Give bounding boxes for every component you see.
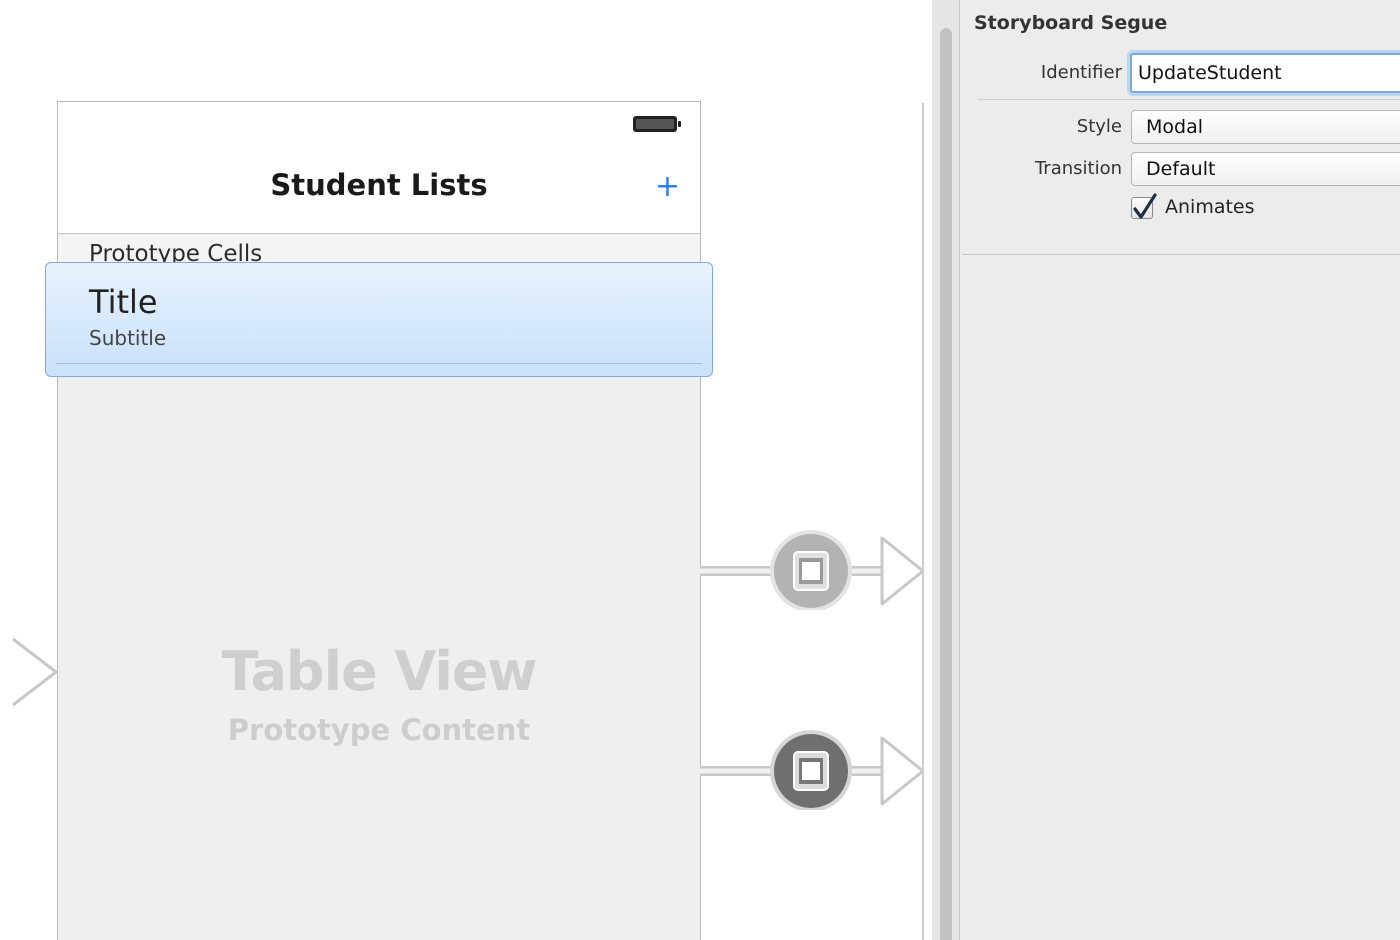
segue-modal-icon: [793, 551, 829, 591]
section-title: Storyboard Segue: [974, 12, 1168, 34]
identifier-label: Identifier: [1040, 62, 1122, 83]
table-view-controller-scene[interactable]: Student Lists + Prototype Cells Table Vi…: [57, 101, 701, 940]
battery-icon: [633, 116, 681, 132]
identifier-field[interactable]: [1130, 53, 1400, 93]
status-bar: [58, 102, 700, 142]
navigation-bar: Student Lists +: [58, 142, 700, 234]
transition-select[interactable]: Default: [1131, 152, 1400, 186]
animates-checkbox[interactable]: [1131, 193, 1157, 219]
initial-scene-arrow-icon: [12, 637, 58, 707]
cell-subtitle-label: Subtitle: [89, 326, 167, 350]
table-view-placeholder-title: Table View: [221, 640, 538, 703]
attributes-inspector: Storyboard Segue Identifier Style Modal …: [932, 0, 1400, 940]
style-label: Style: [1076, 116, 1122, 137]
segue-connection-2[interactable]: [700, 730, 930, 810]
storyboard-canvas[interactable]: Student Lists + Prototype Cells Table Vi…: [0, 0, 930, 940]
add-icon[interactable]: +: [655, 172, 680, 202]
table-view-placeholder-subtitle: Prototype Content: [227, 713, 531, 747]
transition-label: Transition: [1034, 158, 1122, 179]
style-select[interactable]: Modal: [1131, 110, 1400, 144]
animates-label: Animates: [1165, 196, 1255, 218]
cell-title-label: Title: [89, 283, 158, 321]
scrollbar[interactable]: [932, 0, 960, 940]
divider: [962, 254, 1400, 255]
checkmark-icon: [1133, 193, 1157, 219]
page-title: Student Lists: [270, 168, 488, 202]
scrollbar-thumb[interactable]: [940, 28, 952, 940]
divider: [978, 99, 1400, 100]
segue-modal-icon: [793, 751, 829, 791]
segue-connection-1[interactable]: [700, 530, 930, 610]
destination-scene-edge: [922, 103, 924, 940]
prototype-cell[interactable]: Title Subtitle: [45, 262, 713, 377]
